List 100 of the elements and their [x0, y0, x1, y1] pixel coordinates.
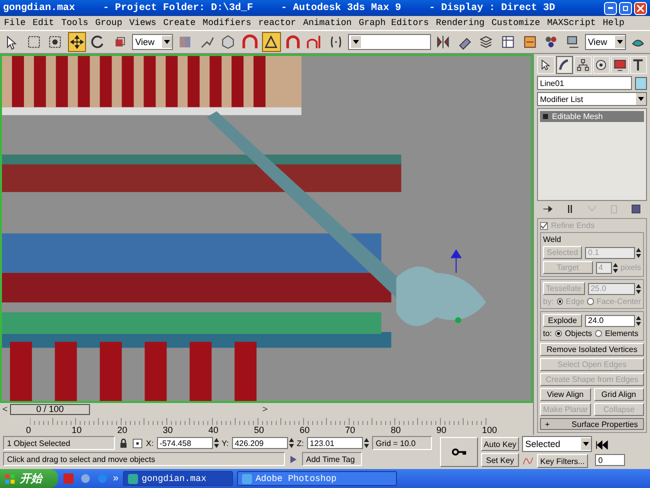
stack-item-label: Editable Mesh [552, 112, 603, 121]
command-button[interactable]: Grid Align [594, 388, 644, 401]
expand-sign: + [545, 420, 550, 428]
ruler-label: 20 [117, 425, 128, 435]
caret-icon [636, 93, 646, 105]
app-icon [79, 472, 92, 485]
unit-label: pixels [620, 263, 641, 272]
y-field[interactable]: 426.209 [232, 437, 288, 449]
spinner-arrows-icon[interactable] [214, 438, 219, 448]
auto-key-button[interactable]: Auto Key [480, 437, 520, 451]
menu-item[interactable]: Edit [32, 18, 54, 28]
menu-item[interactable]: Animation [303, 18, 352, 28]
z-field[interactable]: 123.01 [306, 437, 363, 449]
select-rectangle-icon [26, 34, 42, 50]
restore-button[interactable] [619, 2, 632, 14]
command-button[interactable]: Remove Isolated Vertices [540, 343, 644, 356]
wheel-icon [594, 58, 608, 72]
menu-item[interactable]: Create [163, 18, 196, 28]
radio-label: Edge [566, 297, 584, 306]
toolbar-dropdown[interactable] [348, 34, 432, 50]
menu-item[interactable]: Views [129, 18, 156, 28]
mirror-icon [435, 34, 452, 50]
spinner-arrows-icon[interactable] [636, 284, 641, 294]
option-label: to: [543, 329, 552, 338]
window-title: - Display : Direct 3D [429, 2, 556, 14]
spinner-arrows-icon[interactable] [288, 438, 294, 448]
grid-status: Grid = 10.0 [372, 436, 432, 450]
toolbar-dropdown[interactable]: View [584, 34, 626, 50]
spinner-arrows-icon[interactable] [364, 438, 369, 448]
x-field[interactable]: -574.458 [156, 437, 213, 449]
radio-label: Elements [605, 329, 638, 338]
ruler-label: 100 [482, 425, 498, 435]
monitor-icon [612, 58, 627, 72]
radio-button[interactable] [554, 330, 562, 337]
coordinate-label: X: [146, 438, 154, 448]
time-slider-track[interactable]: 0 / 100 [10, 404, 260, 414]
angle-field[interactable]: 24.0 [585, 314, 635, 326]
taskbar-button[interactable]: gongdian.max [122, 471, 233, 486]
menu-item[interactable]: File [4, 18, 26, 28]
selection-status: 1 Object Selected [3, 436, 115, 450]
spinner-arrows-icon[interactable] [612, 262, 618, 272]
move-icon [68, 34, 85, 50]
square-icon [543, 114, 548, 119]
magnet-icon [284, 34, 301, 50]
menu-item[interactable]: Rendering [436, 18, 485, 28]
frame-field[interactable]: 0 [595, 454, 626, 466]
explode-button[interactable]: Explode [543, 314, 582, 327]
spheres-icon [543, 34, 560, 50]
caret-icon [614, 36, 625, 48]
time-slider-thumb[interactable]: 0 / 100 [10, 404, 90, 414]
magnet-icon [306, 34, 322, 50]
app-icon [62, 472, 75, 485]
caret-icon [581, 438, 592, 450]
spinner-arrows-icon[interactable] [636, 316, 641, 326]
menu-item[interactable]: Help [602, 18, 624, 28]
ruler-label: 90 [436, 425, 448, 435]
menu-item[interactable]: reactor [258, 18, 296, 28]
menu-item[interactable]: Graph Editors [358, 18, 429, 28]
minimize-button[interactable] [604, 2, 617, 14]
radio-label: Objects [564, 329, 592, 338]
ruler-label: 10 [72, 425, 83, 435]
panel-tab[interactable] [556, 56, 573, 74]
time-tag-field[interactable]: Add Time Tag [302, 452, 362, 466]
color-bars-icon [177, 34, 194, 50]
group-title: Weld [543, 235, 562, 244]
ruler-label: 70 [345, 425, 356, 435]
name-field[interactable]: Line01 [537, 76, 632, 90]
modifier-list-dropdown[interactable]: Modifier List [537, 92, 647, 106]
key-mode-dropdown[interactable]: Selected [522, 436, 592, 452]
ruler-label: 80 [390, 425, 402, 435]
angle-icon [263, 34, 280, 50]
ruler-label: 30 [162, 425, 174, 435]
spinner-arrows-icon[interactable] [636, 248, 641, 258]
set-key-button[interactable]: Set Key [480, 453, 520, 467]
key-filters-button[interactable]: Key Filters... [537, 454, 588, 468]
color-swatch[interactable] [635, 76, 647, 90]
menu-item[interactable]: Modifiers [202, 18, 252, 28]
window-title: - Autodesk 3ds Max 9 [281, 2, 402, 14]
more-button[interactable]: » [113, 473, 119, 484]
command-button[interactable]: View Align [540, 388, 590, 401]
stack-item[interactable]: Editable Mesh [540, 111, 644, 122]
toolbar-dropdown[interactable]: View [132, 34, 173, 50]
schematic-icon [522, 34, 538, 50]
window-title: - Project Folder: D:\3d_F [103, 2, 254, 14]
toolbar-button[interactable] [68, 32, 86, 52]
menu-item[interactable]: Group [95, 18, 122, 28]
menu-item[interactable]: Customize [492, 18, 540, 28]
cube-icon [220, 34, 236, 50]
restore-icon [623, 6, 628, 10]
rollout-header[interactable]: + Surface Properties [540, 418, 644, 430]
key-button[interactable] [440, 437, 478, 467]
menu-item[interactable]: MAXScript [547, 18, 596, 28]
close-button[interactable] [634, 2, 647, 14]
slider-prev-button[interactable]: < [0, 404, 10, 414]
radio-button[interactable] [595, 330, 602, 337]
menu-item[interactable]: Tools [61, 18, 88, 28]
toolbar-button[interactable] [262, 32, 281, 52]
ruler-label: 60 [300, 425, 311, 435]
slider-next-button[interactable]: > [260, 404, 270, 414]
taskbar-button[interactable]: Adobe Photoshop [236, 471, 397, 486]
